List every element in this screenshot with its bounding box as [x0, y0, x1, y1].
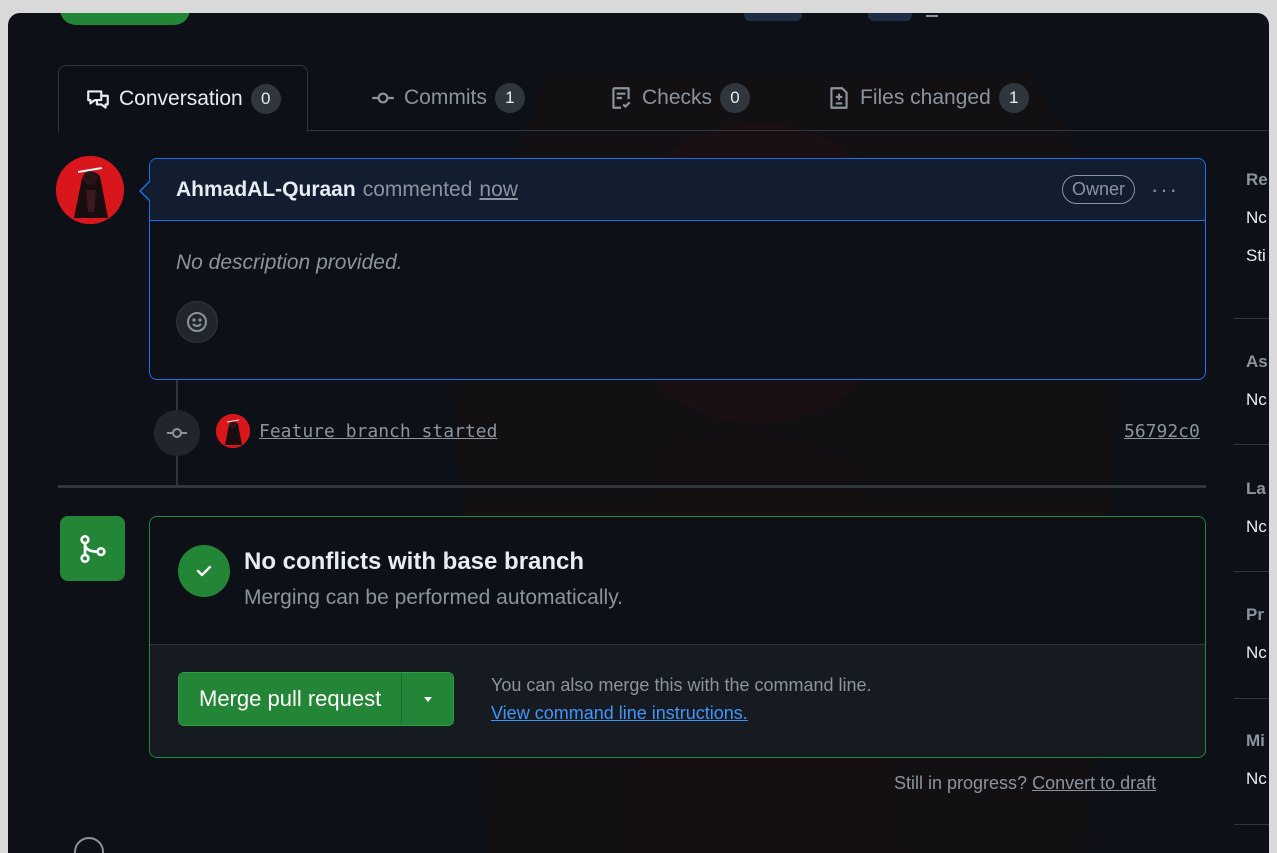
top-status-pill — [60, 13, 190, 25]
top-branch-chip — [868, 13, 912, 21]
smiley-icon — [187, 312, 207, 332]
sidebar-divider — [1234, 318, 1269, 319]
merge-pull-request-button[interactable]: Merge pull request — [179, 673, 402, 725]
comment-discussion-icon — [87, 89, 109, 109]
merge-status-title: No conflicts with base branch — [244, 548, 585, 575]
sidebar-projects[interactable]: Pr Nc — [1246, 605, 1269, 663]
merge-status-subtitle: Merging can be performed automatically. — [244, 586, 623, 609]
sidebar-milestone[interactable]: Mi Nc — [1246, 731, 1269, 789]
sidebar-divider — [1234, 444, 1269, 445]
sidebar-value: Nc — [1246, 517, 1267, 536]
sidebar-assignees[interactable]: As Nc — [1246, 352, 1269, 410]
sidebar-title: Re — [1246, 170, 1268, 189]
tab-counter: 1 — [494, 83, 525, 113]
sidebar-title: As — [1246, 352, 1268, 371]
sidebar-value: Nc — [1246, 208, 1267, 227]
comment-body: No description provided. — [150, 221, 1205, 343]
top-copy-icon[interactable] — [926, 13, 938, 17]
pull-request-page: Conversation 0 Commits 1 Checks 0 Files … — [8, 13, 1269, 853]
commit-node — [154, 410, 200, 456]
timeline-partial-icon — [74, 837, 104, 853]
sidebar-value: Nc — [1246, 643, 1267, 662]
sidebar-value: Nc — [1246, 769, 1267, 788]
sidebar-title: La — [1246, 479, 1266, 498]
merge-status: No conflicts with base branch Merging ca… — [150, 517, 1205, 645]
command-line-hint: You can also merge this with the command… — [491, 675, 872, 695]
check-circle-icon — [178, 545, 230, 597]
git-commit-icon — [372, 92, 394, 104]
owner-badge: Owner — [1062, 175, 1136, 204]
tab-counter: 1 — [998, 83, 1029, 113]
check-icon — [196, 565, 212, 577]
avatar-image — [216, 414, 250, 448]
tab-label: Commits — [404, 86, 487, 109]
sidebar-divider — [1234, 698, 1269, 699]
merge-options-dropdown[interactable] — [401, 673, 454, 725]
timeline-divider — [58, 485, 1206, 488]
draft-prefix: Still in progress? — [894, 773, 1028, 793]
sidebar-divider — [1234, 824, 1269, 825]
merge-status-icon — [60, 516, 125, 581]
command-line-instructions-link[interactable]: View command line instructions. — [491, 703, 748, 724]
author-avatar[interactable] — [56, 156, 124, 224]
merge-button-group: Merge pull request — [178, 672, 455, 726]
merge-actions: Merge pull request You can also merge th… — [150, 645, 1205, 757]
comment-description: No description provided. — [176, 251, 403, 274]
tab-label: Conversation — [119, 86, 243, 110]
comment-action: commented — [362, 177, 473, 201]
sidebar-divider — [1234, 571, 1269, 572]
triangle-down-icon — [423, 697, 432, 702]
comment-box: AhmadAL-Quraan commented now Owner ··· N… — [149, 158, 1206, 380]
sidebar-reviewers[interactable]: Re Nc Sti — [1246, 170, 1269, 266]
sidebar-value: Nc — [1246, 390, 1267, 409]
comment-caret-fill — [141, 182, 150, 200]
comment-timestamp[interactable]: now — [479, 178, 518, 202]
sidebar-title: Pr — [1246, 605, 1264, 624]
git-commit-icon — [167, 428, 187, 438]
commit-sha-link[interactable]: 56792c0 — [1124, 421, 1200, 442]
pr-tabs: Conversation 0 Commits 1 Checks 0 Files … — [58, 65, 1269, 132]
comment-header: AhmadAL-Quraan commented now Owner ··· — [150, 159, 1205, 221]
sidebar-labels[interactable]: La Nc — [1246, 479, 1269, 537]
commit-message-link[interactable]: Feature branch started — [259, 421, 497, 442]
tab-commits[interactable]: Commits 1 — [370, 65, 525, 131]
merge-box: No conflicts with base branch Merging ca… — [149, 516, 1206, 758]
convert-to-draft-link[interactable]: Convert to draft — [1032, 773, 1156, 793]
checklist-icon — [612, 87, 631, 109]
avatar-image — [56, 156, 124, 224]
tab-label: Files changed — [860, 86, 991, 109]
file-diff-icon — [830, 87, 848, 109]
sidebar-value: Sti — [1246, 246, 1266, 265]
tab-files-changed[interactable]: Files changed 1 — [826, 65, 1029, 131]
kebab-menu-icon[interactable]: ··· — [1151, 177, 1179, 203]
top-branch-chip — [744, 13, 802, 21]
tab-checks[interactable]: Checks 0 — [608, 65, 751, 131]
tab-label: Checks — [642, 86, 713, 109]
tab-counter: 0 — [720, 83, 751, 113]
add-reaction-button[interactable] — [176, 301, 218, 343]
sidebar-title: Mi — [1246, 731, 1265, 750]
git-merge-icon — [79, 534, 106, 563]
tab-conversation[interactable]: Conversation 0 — [58, 65, 308, 132]
comment-author[interactable]: AhmadAL-Quraan — [176, 178, 356, 202]
tab-counter: 0 — [250, 83, 281, 114]
commit-author-avatar[interactable] — [216, 414, 250, 448]
draft-row: Still in progress? Convert to draft — [894, 773, 1156, 794]
